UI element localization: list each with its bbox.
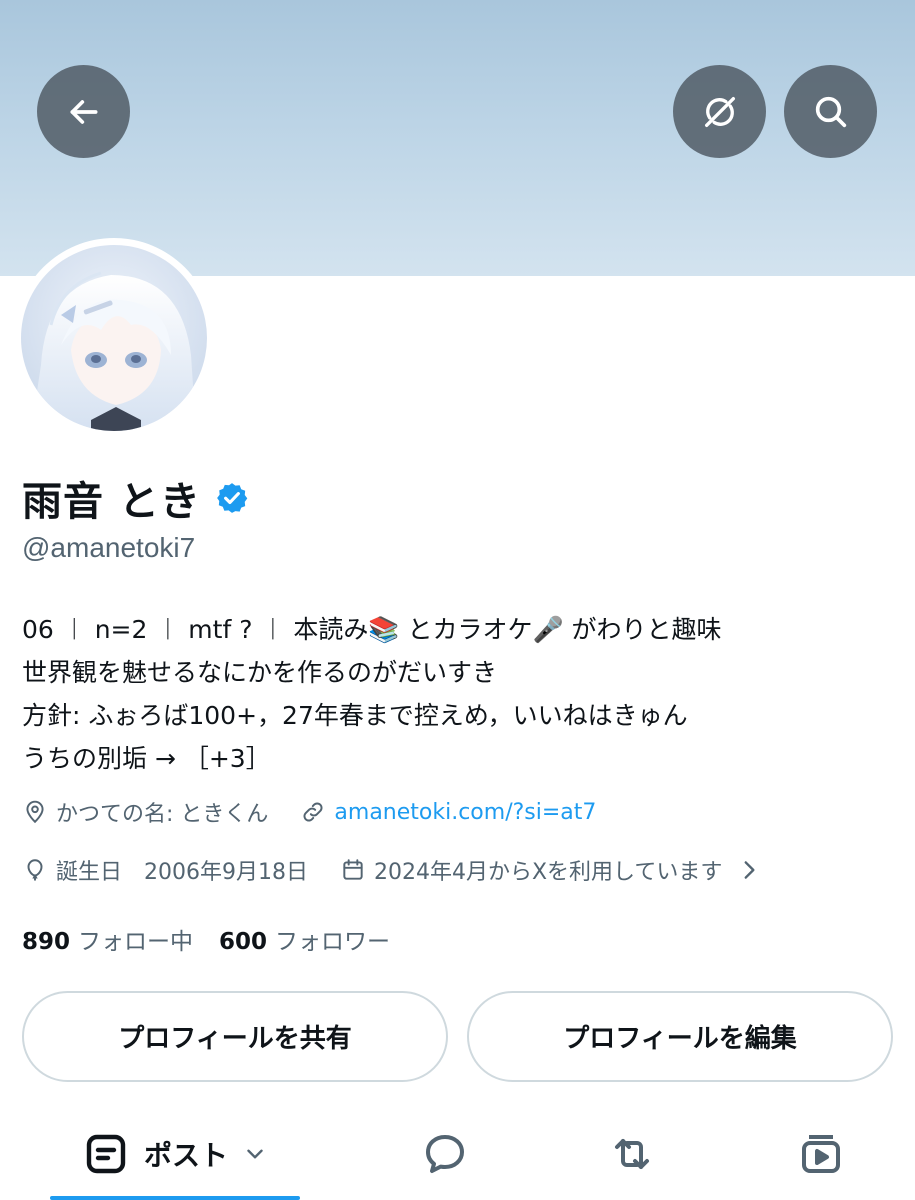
following-link[interactable]: 890 フォロー中 bbox=[22, 922, 193, 956]
avatar bbox=[21, 245, 207, 431]
profile-banner[interactable] bbox=[0, 0, 915, 276]
location-item: かつての名: ときくん bbox=[22, 796, 268, 828]
balloon-icon bbox=[27, 859, 43, 881]
calendar-icon bbox=[343, 859, 363, 880]
active-tab-indicator bbox=[50, 1196, 300, 1200]
following-count: 890 bbox=[22, 929, 71, 955]
profile-tabs: ポスト bbox=[0, 1110, 915, 1200]
arrow-left-icon bbox=[70, 99, 97, 124]
bio-line: 世界観を魅せるなにかを作るのがだいすき bbox=[22, 658, 498, 687]
bio-line[interactable]: うちの別垢 → ［+3］ bbox=[22, 737, 902, 780]
name-row: 雨音 とき bbox=[22, 470, 249, 526]
search-icon bbox=[815, 96, 846, 127]
video-icon bbox=[802, 1135, 840, 1173]
website-link[interactable]: amanetoki.com/?si=at7 bbox=[334, 800, 596, 825]
verified-badge-icon[interactable] bbox=[215, 481, 249, 515]
joined-text[interactable]: 2024年4月からXを利用しています bbox=[374, 854, 722, 886]
location-pin-icon bbox=[26, 800, 44, 824]
edit-profile-button[interactable]: プロフィールを編集 bbox=[467, 991, 893, 1082]
tab-media[interactable] bbox=[776, 1110, 866, 1198]
birthday-text: 誕生日 2006年9月18日 bbox=[56, 860, 308, 885]
chevron-down-icon[interactable] bbox=[242, 1141, 268, 1167]
search-button[interactable] bbox=[784, 65, 877, 158]
bio: 06 ︱ n=2 ︱ mtf ? ︱ 本読み📚 とカラオケ🎤 がわりと趣味 世界… bbox=[22, 608, 902, 780]
website-item[interactable]: amanetoki.com/?si=at7 bbox=[300, 799, 596, 825]
avatar-illustration bbox=[21, 245, 207, 431]
tab-reposts[interactable] bbox=[587, 1110, 677, 1198]
display-name: 雨音 とき bbox=[22, 479, 201, 525]
bio-line: 06 ︱ n=2 ︱ mtf ? ︱ 本読み📚 とカラオケ🎤 がわりと趣味 bbox=[22, 615, 722, 644]
tab-posts-label: ポスト bbox=[143, 1139, 228, 1172]
joined-item[interactable]: 2024年4月からXを利用しています bbox=[340, 854, 762, 886]
followers-link[interactable]: 600 フォロワー bbox=[219, 922, 390, 956]
followers-count: 600 bbox=[219, 929, 268, 955]
posts-list-icon bbox=[86, 1134, 126, 1174]
tab-posts[interactable]: ポスト bbox=[50, 1110, 300, 1198]
location-text: かつての名: ときくん bbox=[56, 802, 269, 827]
profile-meta-row: かつての名: ときくん amanetoki.com/?si=at7 bbox=[22, 794, 596, 830]
reply-bubble-icon bbox=[426, 1135, 464, 1173]
link-icon bbox=[303, 802, 323, 822]
avatar-container[interactable] bbox=[14, 238, 214, 438]
tab-replies[interactable] bbox=[400, 1110, 490, 1198]
grok-button[interactable] bbox=[673, 65, 766, 158]
user-handle: @amanetoki7 bbox=[22, 532, 196, 563]
following-label: フォロー中 bbox=[78, 929, 194, 955]
followers-label: フォロワー bbox=[275, 929, 391, 955]
bio-line: 方針: ふぉろば100+，27年春まで控えめ，いいねはきゅん bbox=[22, 701, 688, 730]
repost-icon bbox=[615, 1139, 649, 1169]
chevron-right-icon[interactable] bbox=[736, 857, 762, 883]
grok-icon bbox=[704, 96, 735, 127]
share-profile-button[interactable]: プロフィールを共有 bbox=[22, 991, 448, 1082]
profile-meta-row: 誕生日 2006年9月18日 2024年4月からXを利用しています bbox=[22, 852, 762, 888]
follow-stats: 890 フォロー中 600 フォロワー bbox=[22, 922, 390, 956]
back-button[interactable] bbox=[37, 65, 130, 158]
birthday-item: 誕生日 2006年9月18日 bbox=[22, 854, 308, 886]
